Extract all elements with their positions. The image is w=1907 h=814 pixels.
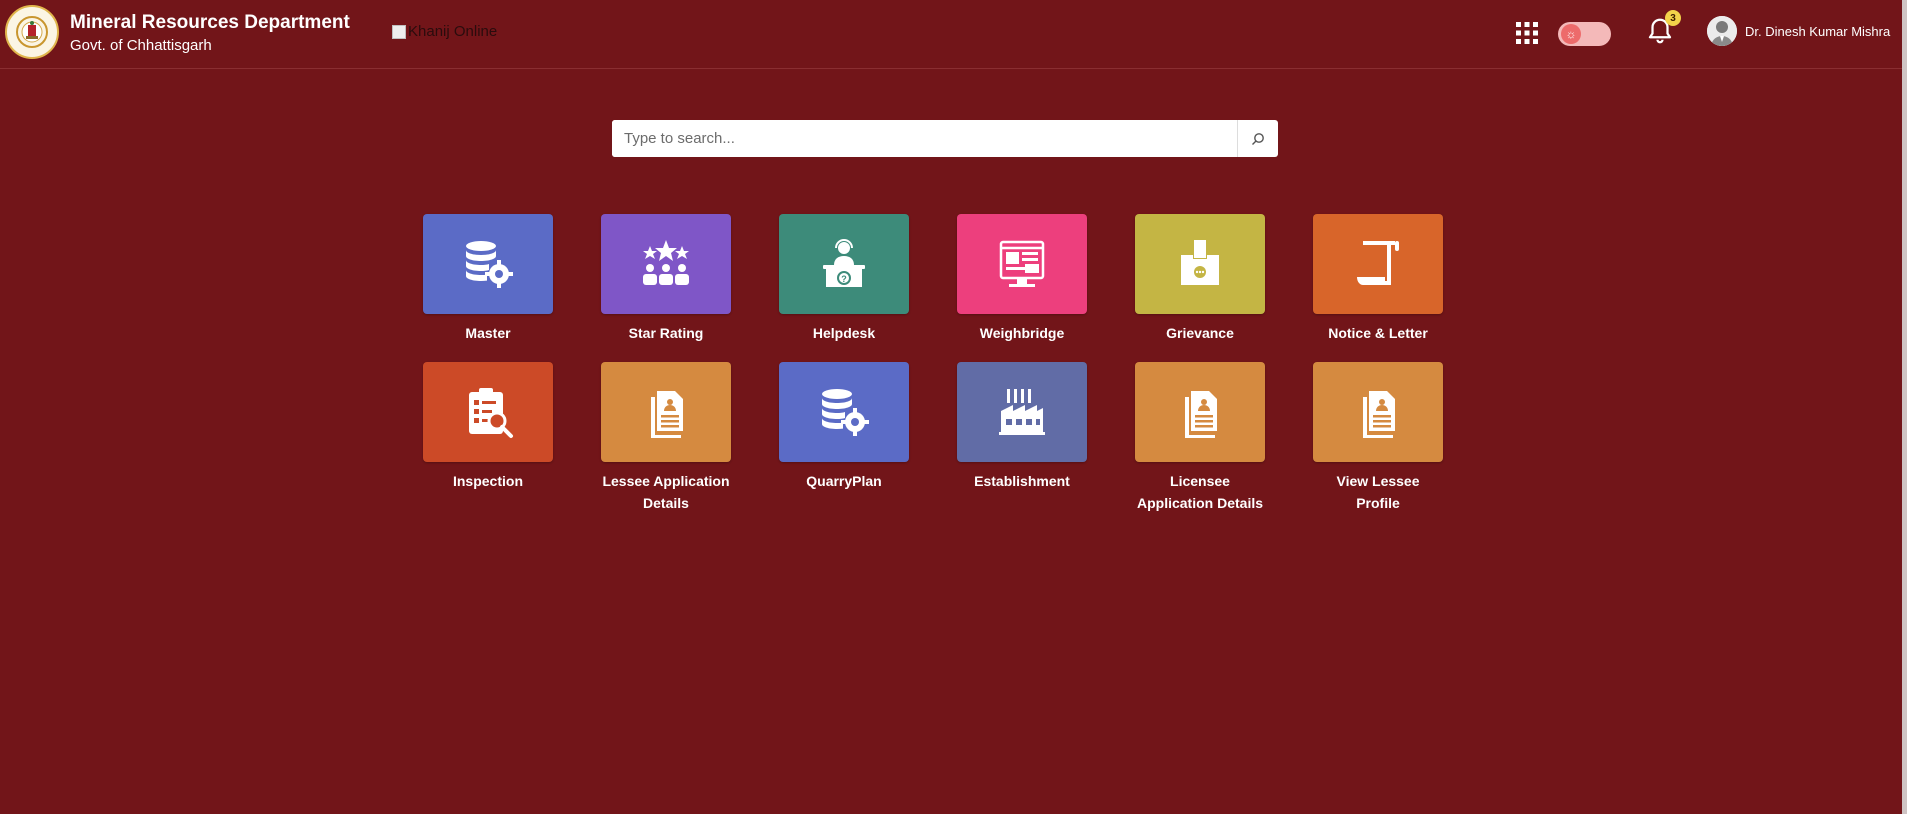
government-subtitle: Govt. of Chhattisgarh	[70, 37, 212, 54]
inspection-clipboard-icon	[469, 388, 513, 438]
user-profile-menu[interactable]: Dr. Dinesh Kumar Mishra	[1707, 16, 1890, 46]
tile-grievance[interactable]: Grievance	[1135, 214, 1265, 344]
search-input[interactable]	[612, 120, 1237, 157]
theme-toggle[interactable]: ☼	[1558, 22, 1611, 46]
star-rating-icon	[643, 240, 689, 285]
government-emblem-logo[interactable]	[5, 5, 59, 59]
tile-quarryplan[interactable]: QuarryPlan	[779, 362, 909, 492]
tile-label: Grievance	[1166, 325, 1234, 341]
tile-helpdesk[interactable]: ? Helpdesk	[779, 214, 909, 344]
tile-label: Licensee Application Details	[1136, 473, 1264, 511]
notice-scroll-icon	[1357, 241, 1399, 285]
tile-notice-letter-box	[1313, 214, 1443, 314]
svg-text:?: ?	[841, 274, 847, 284]
tile-quarryplan-box	[779, 362, 909, 462]
document-user-icon	[651, 391, 683, 438]
database-gear-icon	[822, 389, 869, 436]
tile-label: Inspection	[452, 473, 523, 489]
khanij-online-logo[interactable]: Khanij Online	[392, 23, 497, 40]
avatar	[1707, 16, 1737, 46]
tile-establishment[interactable]: Establishment	[957, 362, 1087, 492]
tile-grievance-box	[1135, 214, 1265, 314]
tile-licensee-application-details-box	[1135, 362, 1265, 462]
search-icon	[1252, 132, 1264, 145]
tile-label: Establishment	[974, 473, 1070, 489]
user-name: Dr. Dinesh Kumar Mishra	[1745, 23, 1891, 39]
tile-view-lessee-profile-box	[1313, 362, 1443, 462]
tile-lessee-application-details-box	[601, 362, 731, 462]
tile-weighbridge-box	[957, 214, 1087, 314]
tile-label: Lessee Application Details	[602, 473, 730, 511]
apps-grid-icon[interactable]	[1515, 21, 1539, 45]
tile-licensee-application-details[interactable]: Licensee Application Details	[1135, 362, 1265, 514]
tile-lessee-application-details[interactable]: Lessee Application Details	[601, 362, 731, 514]
top-header: Mineral Resources Department Govt. of Ch…	[0, 0, 1907, 69]
tile-helpdesk-box: ?	[779, 214, 909, 314]
sun-icon: ☼	[1561, 24, 1581, 44]
tile-master[interactable]: Master	[423, 214, 553, 344]
tile-establishment-box	[957, 362, 1087, 462]
page-scrollbar[interactable]	[1902, 0, 1907, 814]
tile-label: Star Rating	[628, 325, 704, 341]
tile-star-rating[interactable]: Star Rating	[601, 214, 731, 344]
database-gear-icon	[466, 241, 513, 288]
tile-label: QuarryPlan	[806, 473, 882, 489]
broken-image-icon	[392, 24, 406, 39]
factory-icon	[999, 389, 1045, 435]
search-bar	[612, 120, 1278, 157]
logo-alt-text: Khanij Online	[408, 23, 498, 40]
document-user-icon	[1363, 391, 1395, 438]
tile-notice-letter[interactable]: Notice & Letter	[1313, 214, 1443, 344]
emblem-icon	[16, 16, 48, 48]
tile-label: Master	[465, 325, 511, 341]
tile-inspection[interactable]: Inspection	[423, 362, 553, 492]
tile-view-lessee-profile[interactable]: View Lessee Profile	[1313, 362, 1443, 514]
tile-weighbridge[interactable]: Weighbridge	[957, 214, 1087, 344]
notification-count-badge: 3	[1665, 10, 1681, 26]
tile-master-box	[423, 214, 553, 314]
search-button[interactable]	[1237, 120, 1278, 157]
document-user-icon	[1185, 391, 1217, 438]
tile-label: Helpdesk	[812, 325, 876, 341]
tile-label: Notice & Letter	[1328, 325, 1428, 341]
tile-inspection-box	[423, 362, 553, 462]
helpdesk-icon: ?	[823, 239, 865, 287]
tile-label: View Lessee Profile	[1336, 473, 1420, 511]
department-title: Mineral Resources Department	[70, 12, 350, 33]
tile-label: Weighbridge	[979, 325, 1065, 341]
grievance-box-icon	[1181, 240, 1219, 285]
tile-star-rating-box	[601, 214, 731, 314]
weighbridge-icon	[999, 240, 1045, 287]
